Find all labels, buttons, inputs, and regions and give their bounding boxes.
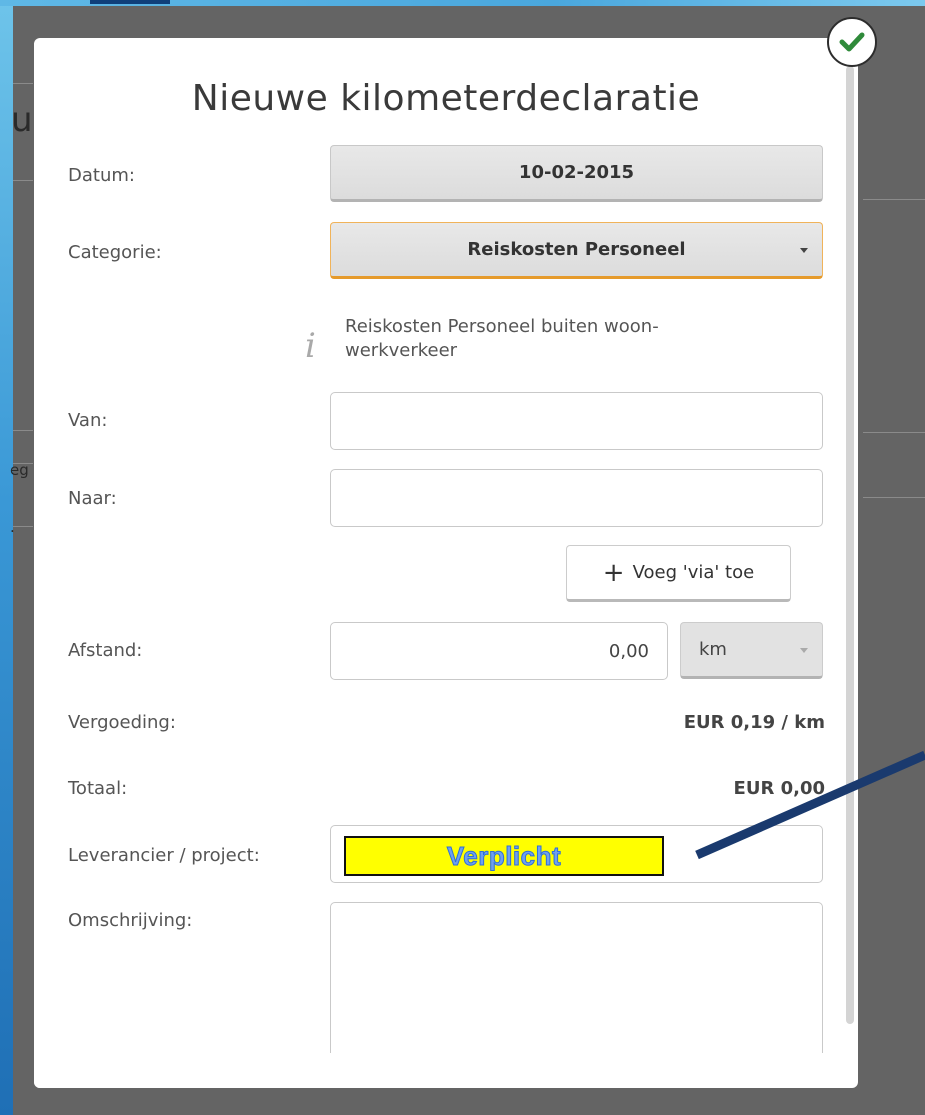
omschrijving-textarea[interactable] — [330, 902, 823, 1072]
naar-input[interactable] — [330, 469, 823, 527]
van-label: Van: — [68, 410, 108, 431]
totaal-value: EUR 0,00 — [733, 778, 825, 799]
omschrijving-label: Omschrijving: — [68, 910, 193, 931]
naar-label: Naar: — [68, 488, 117, 509]
datum-picker[interactable]: 10-02-2015 — [330, 145, 823, 202]
afstand-input[interactable]: 0,00 — [330, 622, 668, 680]
leverancier-label: Leverancier / project: — [68, 845, 260, 866]
afstand-value: 0,00 — [608, 640, 649, 662]
categorie-label: Categorie: — [68, 242, 162, 263]
slide-frame-left — [0, 0, 13, 1115]
vergoeding-label: Vergoeding: — [68, 712, 176, 733]
unit-value: km — [699, 639, 727, 660]
dialog-scrollbar[interactable] — [846, 66, 854, 1024]
van-input[interactable] — [330, 392, 823, 450]
info-icon: i — [305, 326, 316, 366]
categorie-select[interactable]: Reiskosten Personeel — [330, 222, 823, 279]
bg-divider — [863, 199, 925, 200]
slide-frame-mark — [90, 0, 170, 4]
categorie-info-text: Reiskosten Personeel buiten woon-werkver… — [345, 316, 659, 361]
bg-row-fragment: . — [10, 518, 15, 536]
vergoeding-value: EUR 0,19 / km — [683, 712, 825, 733]
bg-divider — [863, 432, 925, 433]
bg-divider — [13, 526, 33, 527]
bg-divider — [863, 497, 925, 498]
datum-label: Datum: — [68, 165, 135, 186]
checkmark-icon — [839, 32, 865, 52]
unit-select[interactable]: km — [680, 622, 823, 679]
totaal-label: Totaal: — [68, 778, 128, 799]
plus-icon: + — [602, 557, 625, 588]
chevron-down-icon — [800, 647, 808, 653]
add-via-button[interactable]: + Voeg 'via' toe — [566, 545, 791, 602]
datum-value: 10-02-2015 — [518, 162, 635, 183]
dialog-title: Nieuwe kilometerdeclaratie — [191, 78, 701, 119]
bg-divider — [13, 83, 33, 84]
bg-row-fragment: eg — [10, 461, 29, 479]
add-via-label: Voeg 'via' toe — [632, 562, 755, 583]
chevron-down-icon — [800, 247, 808, 253]
bg-divider — [13, 180, 33, 181]
confirm-button[interactable] — [827, 17, 877, 67]
afstand-label: Afstand: — [68, 640, 143, 661]
dialog-footer-area — [34, 1053, 846, 1088]
required-callout: Verplicht — [344, 836, 664, 876]
bg-divider — [13, 430, 33, 431]
categorie-value: Reiskosten Personeel — [467, 239, 686, 260]
